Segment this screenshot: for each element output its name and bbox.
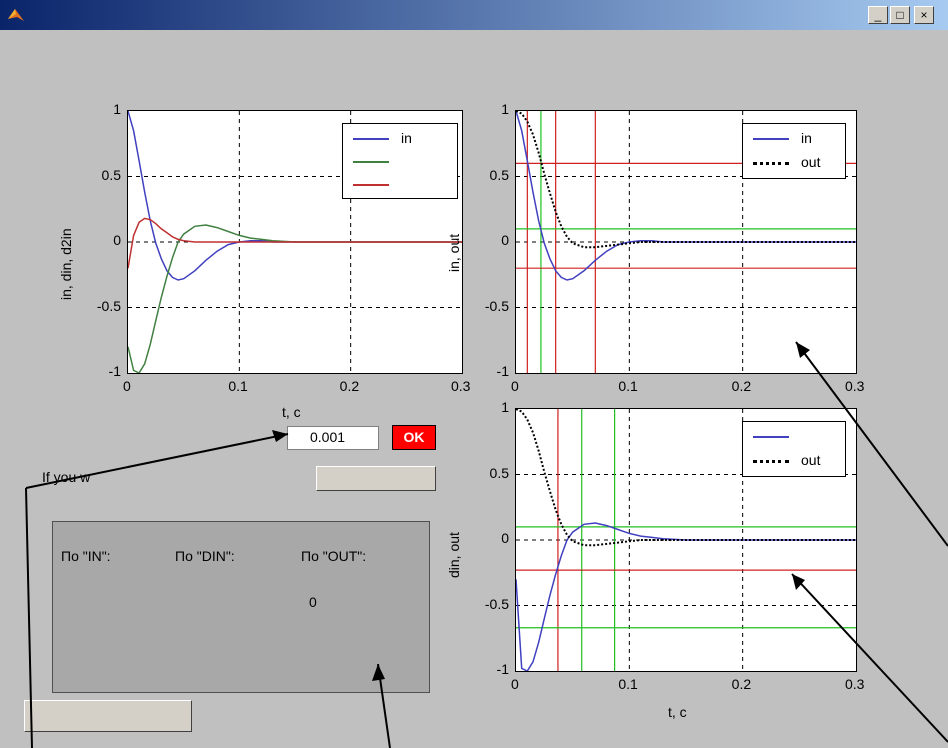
title-bar: _ □ ×: [0, 0, 948, 30]
legend-label-out-2: out: [801, 452, 821, 468]
legend-swatch-d2in: [353, 184, 389, 186]
xtick-label: 0.2: [731, 378, 752, 394]
prompt-button[interactable]: [316, 466, 436, 491]
xlabel-in-din-d2in: t, c: [282, 404, 301, 420]
legend-entry-in: in: [343, 128, 457, 148]
ytick-label: -1: [496, 363, 509, 379]
legend-in-din-d2in: in: [342, 123, 458, 199]
legend-entry-din: [343, 151, 457, 171]
xtick-label: 0: [123, 378, 131, 394]
results-col-in: По "IN":: [61, 548, 111, 564]
series-line-0: [515, 522, 856, 672]
legend-label-out: out: [801, 154, 821, 170]
bottom-action-button[interactable]: [24, 700, 192, 732]
legend-entry-d2in: [343, 174, 457, 194]
legend-entry-out: out: [743, 152, 845, 172]
ok-button[interactable]: OK: [392, 425, 436, 450]
ylabel-din-out: din, out: [446, 532, 462, 578]
minimize-button[interactable]: _: [868, 6, 888, 24]
ytick-label: 0.5: [489, 464, 509, 481]
xtick-label: 0.3: [845, 378, 865, 394]
legend-entry-din-2: [743, 426, 845, 446]
xlabel-din-out: t, c: [668, 704, 687, 720]
maximize-button[interactable]: □: [890, 6, 910, 24]
ytick-label: 1: [501, 101, 509, 117]
step-input[interactable]: 0.001: [287, 426, 379, 450]
legend-din-out: out: [742, 421, 846, 477]
xtick-label: 0.1: [228, 378, 248, 394]
legend-label-in: in: [401, 130, 412, 146]
xtick-label: 0.2: [731, 676, 752, 692]
ytick-label: -0.5: [484, 297, 509, 314]
xtick-label: 0.1: [618, 378, 638, 394]
prompt-label: If you w: [42, 469, 91, 485]
matlab-figure-window: _ □ × in, din, d2in t, c 1 0.5 0 -0.5 -1 0 0.1…: [0, 0, 948, 748]
xtick-label: 0: [511, 378, 519, 394]
legend-swatch-in-2: [753, 138, 789, 140]
results-panel: По "IN": По "DIN": По "OUT": 0: [52, 521, 430, 693]
results-out-value: 0: [309, 594, 317, 610]
legend-swatch-din-2: [753, 436, 789, 438]
ytick-label: 0.5: [101, 166, 121, 183]
ytick-label: 1: [501, 399, 509, 415]
xtick-label: 0.1: [618, 676, 638, 692]
ytick-label: 0: [113, 232, 121, 248]
xtick-label: 0.2: [339, 378, 360, 394]
close-button[interactable]: ×: [914, 6, 934, 24]
ytick-label: 0: [501, 232, 509, 248]
ylabel-in-out: in, out: [446, 233, 462, 272]
ytick-label: -0.5: [484, 595, 509, 612]
legend-entry-in-2: in: [743, 128, 845, 148]
legend-swatch-out: [753, 162, 789, 165]
legend-in-out: in out: [742, 123, 846, 179]
xtick-label: 0.3: [845, 676, 865, 692]
results-col-din: По "DIN":: [175, 548, 235, 564]
xtick-label: 0: [511, 676, 519, 692]
ylabel-in-din-d2in: in, din, d2in: [58, 228, 74, 300]
menu-bar: [0, 30, 948, 58]
legend-swatch-out-2: [753, 460, 789, 463]
xtick-label: 0.3: [451, 378, 471, 394]
matlab-logo-icon: [8, 9, 24, 21]
ytick-label: -1: [496, 661, 509, 677]
legend-entry-out-2: out: [743, 450, 845, 470]
ytick-label: 1: [113, 101, 121, 117]
ytick-label: -0.5: [96, 297, 121, 314]
results-col-out: По "OUT":: [301, 548, 367, 564]
ytick-label: -1: [108, 363, 121, 379]
ytick-label: 0: [501, 530, 509, 546]
legend-swatch-din: [353, 161, 389, 163]
series-line-1: [127, 224, 462, 374]
ytick-label: 0.5: [489, 166, 509, 183]
legend-swatch-in: [353, 138, 389, 140]
legend-label-in-2: in: [801, 130, 812, 146]
